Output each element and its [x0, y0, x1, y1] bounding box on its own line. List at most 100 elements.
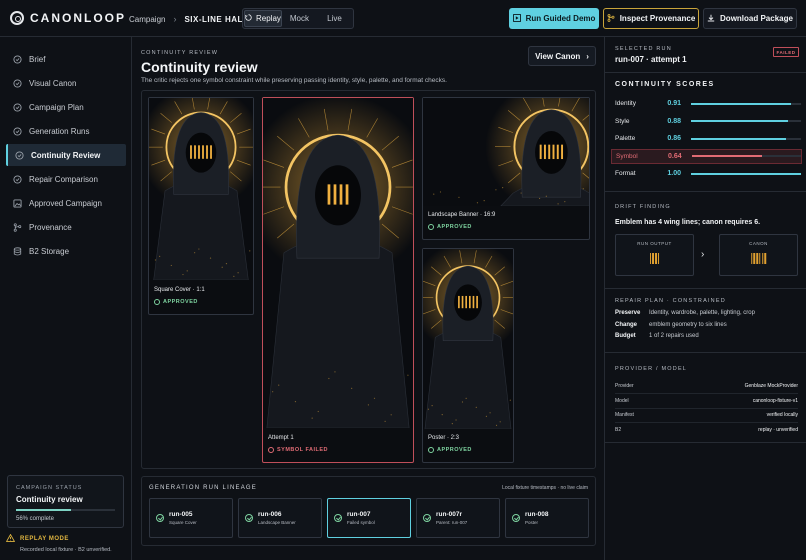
attempt-1-image [263, 98, 413, 428]
top-bar: CANONLOOP Campaign › SIX-LINE HALO Repla… [0, 0, 806, 37]
spark [502, 187, 504, 189]
emblem-4-lines-icon [649, 253, 660, 264]
spark [539, 197, 541, 200]
sidebar-item-continuity-review[interactable]: Continuity Review [6, 144, 126, 166]
mode-mock-label: Mock [289, 14, 309, 23]
lineage-run-run-007r[interactable]: run-007r Parent: run-007 [416, 498, 500, 538]
canon-emblem[interactable]: CANON [719, 234, 798, 276]
spark [237, 272, 239, 274]
lineage-run-run-008[interactable]: run-008 Poster [505, 498, 589, 538]
spark [509, 399, 511, 401]
run-output-emblem[interactable]: RUN OUTPUT [615, 234, 694, 276]
mode-live[interactable]: Live [317, 10, 352, 27]
divider [605, 352, 806, 353]
card-status-text: APPROVED [437, 447, 472, 453]
score-row-symbol[interactable]: Symbol 0.64 [611, 148, 802, 164]
score-bar-fill [691, 102, 792, 105]
spark [489, 412, 491, 414]
drift-finding-eyebrow: DRIFT FINDING [615, 204, 671, 210]
sidebar-item-generation-runs[interactable]: Generation Runs [6, 120, 126, 142]
replay-mode-title: REPLAY MODE [20, 536, 69, 542]
score-row-palette[interactable]: Palette 0.86 [611, 131, 802, 146]
generation-run-lineage: GENERATION RUN LINEAGE Local fixture tim… [141, 476, 596, 546]
breadcrumb: Campaign › SIX-LINE HALO [129, 14, 250, 24]
card-poster[interactable]: Poster · 2:3 APPROVED [422, 248, 514, 463]
score-bar [691, 120, 801, 122]
inspect-provenance-button[interactable]: Inspect Provenance [603, 8, 699, 29]
spark [485, 415, 487, 417]
breadcrumb-campaign[interactable]: Campaign [129, 15, 165, 24]
run-subtitle: Failed symbol [347, 520, 375, 525]
divider [615, 393, 798, 394]
x-circle-icon [268, 447, 274, 453]
spark [186, 270, 188, 272]
card-attempt-1[interactable]: Attempt 1 SYMBOL FAILED [262, 97, 414, 463]
spark [439, 191, 442, 193]
sidebar-item-provenance[interactable]: Provenance [6, 216, 126, 238]
score-name: Symbol [616, 152, 638, 160]
app-logo[interactable]: CANONLOOP [10, 11, 126, 25]
provider-key: B2 [615, 426, 622, 433]
repair-row-budget: Budget 1 of 2 repairs used [615, 333, 699, 339]
lineage-run-run-006[interactable]: run-006 Landscape Banner [238, 498, 322, 538]
play-icon [512, 13, 521, 24]
spark [328, 377, 330, 380]
card-status: APPROVED [428, 224, 472, 230]
sidebar-item-label: Repair Comparison [29, 174, 98, 184]
mode-mock[interactable]: Mock [282, 10, 317, 27]
score-bar-fill [691, 155, 762, 157]
sidebar-item-approved-campaign[interactable]: Approved Campaign [6, 192, 126, 214]
spark [557, 203, 559, 205]
spark [198, 248, 200, 250]
provider-value: verified locally [766, 412, 798, 418]
spark [495, 189, 497, 191]
provider-row-manifest: Manifest verified locally [615, 412, 798, 418]
repair-row-change: Change emblem geometry to six lines [615, 322, 727, 328]
lineage-run-run-005[interactable]: run-005 Square Cover [149, 498, 233, 538]
spark [483, 200, 485, 202]
square-cover-image [149, 98, 253, 280]
spark [441, 414, 443, 416]
card-square-cover[interactable]: Square Cover · 1:1 APPROVED [148, 97, 254, 315]
sidebar-item-campaign-plan[interactable]: Campaign Plan [6, 96, 126, 118]
download-package-button[interactable]: Download Package [703, 8, 797, 29]
sidebar-item-repair-comparison[interactable]: Repair Comparison [6, 168, 126, 190]
lineage-run-run-007[interactable]: run-007 Failed symbol [327, 498, 411, 538]
run-subtitle: Landscape Banner [258, 520, 296, 525]
cloak [266, 236, 410, 428]
spark [407, 374, 409, 376]
score-row-format[interactable]: Format 1.00 [611, 166, 802, 181]
mode-replay[interactable]: Replay [244, 10, 282, 27]
spark [317, 410, 319, 413]
provider-row-model: Model canonloop-fixture-v1 [615, 398, 798, 404]
score-row-identity[interactable]: Identity 0.91 [611, 96, 802, 111]
view-canon-button[interactable]: View Canon › [528, 46, 596, 66]
repair-key: Preserve [615, 310, 641, 316]
run-id: run-007r [436, 511, 463, 518]
replay-mode-subtitle: Recorded local fixture · B2 unverified. [20, 547, 112, 553]
replay-icon [244, 14, 252, 23]
provider-row-provider: Provider Genblaze MockProvider [615, 383, 798, 389]
repair-value: 1 of 2 repairs used [649, 333, 699, 339]
mode-replay-label: Replay [256, 14, 281, 23]
card-landscape-banner[interactable]: Landscape Banner · 16:9 APPROVED [422, 97, 590, 240]
run-id: run-005 [169, 511, 193, 518]
spark [233, 275, 235, 277]
section-eyebrow: CONTINUITY REVIEW [141, 50, 219, 56]
image-icon [13, 198, 22, 208]
branch-icon [13, 222, 22, 232]
check-circle-icon [334, 514, 342, 522]
run-output-label: RUN OUTPUT [637, 241, 672, 246]
run-guided-demo-button[interactable]: Run Guided Demo [509, 8, 599, 29]
score-bar-fill [691, 172, 801, 175]
spark [294, 401, 297, 403]
sidebar-item-b2-storage[interactable]: B2 Storage [6, 240, 126, 262]
emblem-line [761, 253, 764, 264]
sidebar-item-visual-canon[interactable]: Visual Canon [6, 72, 126, 94]
sidebar-item-brief[interactable]: Brief [6, 48, 126, 70]
sidebar-item-label: Campaign Plan [29, 102, 84, 112]
score-row-style[interactable]: Style 0.88 [611, 114, 802, 129]
card-status-text: APPROVED [437, 224, 472, 230]
inspector-panel: SELECTED RUN run-007 · attempt 1 FAILED … [604, 37, 806, 560]
drift-finding-text: Emblem has 4 wing lines; canon requires … [615, 219, 761, 226]
